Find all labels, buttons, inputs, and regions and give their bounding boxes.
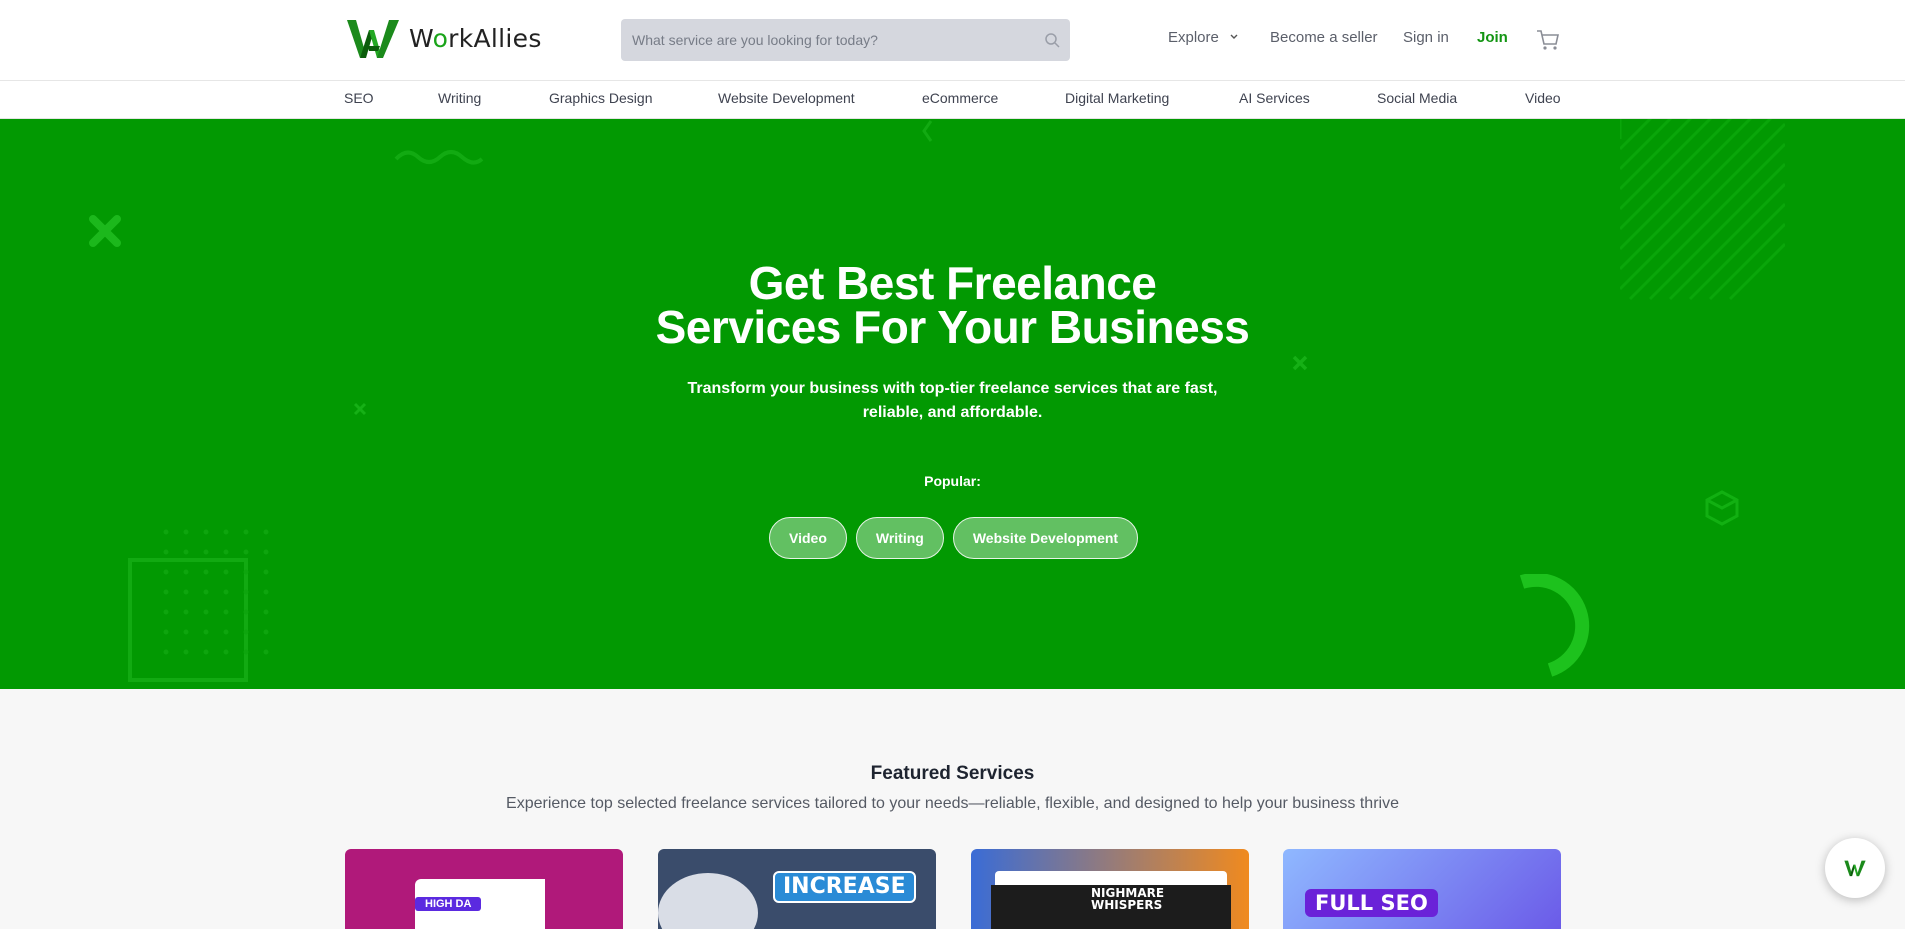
popular-chips: Video Writing Website Development: [769, 517, 1139, 560]
cube-deco-icon: [1705, 490, 1739, 526]
chevron-down-icon: [1230, 34, 1238, 39]
explore-label: Explore: [1168, 29, 1219, 46]
category-ecommerce[interactable]: eCommerce: [922, 90, 998, 106]
arc-deco-icon: [1519, 574, 1590, 677]
category-video[interactable]: Video: [1525, 90, 1561, 106]
featured-description: Experience top selected freelance servic…: [506, 795, 1399, 812]
brand-logo[interactable]: WorkAllies: [347, 16, 542, 60]
brand-name: WorkAllies: [409, 23, 542, 53]
search-icon[interactable]: [1034, 19, 1070, 61]
featured-services-section: Featured Services Experience top selecte…: [0, 689, 1905, 929]
dots-grid-deco-icon: [128, 529, 269, 682]
popular-chip-website-development[interactable]: Website Development: [952, 517, 1139, 559]
featured-title: Featured Services: [870, 763, 1035, 784]
join-link[interactable]: Join: [1477, 29, 1508, 46]
card-avatar: [658, 873, 758, 929]
service-card[interactable]: HIGH DA: [345, 849, 623, 929]
cart-icon[interactable]: [1536, 28, 1560, 52]
card-headline: FULL SEO: [1305, 889, 1438, 917]
cross-deco-icon: [89, 215, 121, 247]
top-header: WorkAllies Explore Become a seller Sign …: [0, 0, 1905, 81]
popular-chip-video[interactable]: Video: [769, 517, 847, 559]
hero-title: Get Best Freelance Services For Your Bus…: [0, 260, 1905, 350]
service-card[interactable]: FULL SEO: [1283, 849, 1561, 929]
search-input[interactable]: [621, 19, 1034, 61]
become-seller-link[interactable]: Become a seller: [1270, 29, 1378, 46]
category-ai-services[interactable]: AI Services: [1239, 90, 1310, 106]
chevron-deco-icon: [922, 120, 933, 142]
hero-title-line2: Services For Your Business: [655, 301, 1250, 353]
service-card[interactable]: NIGHMARE WHISPERS: [971, 849, 1249, 929]
sign-in-link[interactable]: Sign in: [1403, 29, 1449, 46]
explore-menu[interactable]: Explore: [1168, 29, 1239, 46]
category-digital-marketing[interactable]: Digital Marketing: [1065, 90, 1169, 106]
category-website-development[interactable]: Website Development: [718, 90, 855, 106]
chat-button[interactable]: [1825, 838, 1885, 898]
category-nav: SEO Writing Graphics Design Website Deve…: [0, 81, 1905, 119]
card-video-title: NIGHMARE WHISPERS: [1091, 886, 1165, 912]
workallies-chat-icon: [1844, 860, 1866, 877]
wave-deco-icon: [394, 150, 484, 165]
small-cross-deco-icon-2: [1292, 355, 1308, 371]
popular-label: Popular:: [924, 473, 981, 489]
hero-banner: Get Best Freelance Services For Your Bus…: [0, 119, 1905, 689]
card-badge: HIGH DA: [415, 897, 482, 911]
service-card[interactable]: INCREASE: [658, 849, 936, 929]
small-cross-deco-icon: [353, 402, 367, 416]
search-bar: [621, 19, 1070, 61]
category-social-media[interactable]: Social Media: [1377, 90, 1457, 106]
workallies-logo-icon: [347, 20, 399, 58]
hero-subtitle: Transform your business with top-tier fr…: [687, 380, 1218, 421]
category-writing[interactable]: Writing: [438, 90, 481, 106]
category-graphics-design[interactable]: Graphics Design: [549, 90, 653, 106]
category-seo[interactable]: SEO: [344, 90, 374, 106]
popular-chip-writing[interactable]: Writing: [855, 517, 944, 559]
card-headline: INCREASE: [773, 871, 916, 903]
